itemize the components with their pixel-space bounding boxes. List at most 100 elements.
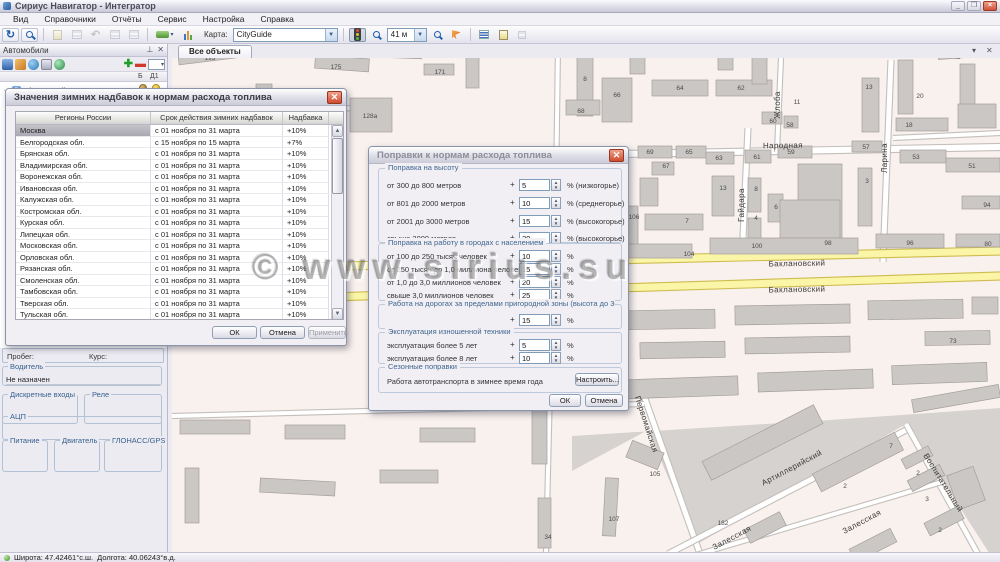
table-cell[interactable]: с 01 ноября по 31 марта	[151, 217, 283, 229]
table-cell[interactable]: с 01 ноября по 31 марта	[151, 275, 283, 287]
spinner-buttons[interactable]: ▲▼	[551, 215, 561, 227]
correction-value-input[interactable]: 5	[519, 179, 550, 191]
pin-icon[interactable]: ⊥	[146, 46, 153, 54]
spin-down-icon[interactable]: ▼	[552, 345, 560, 350]
web-icon[interactable]	[54, 59, 65, 70]
table-cell[interactable]: +10%	[283, 171, 329, 183]
table-cell[interactable]: +10%	[283, 183, 329, 195]
spinner-buttons[interactable]: ▲▼	[551, 339, 561, 351]
table-cell[interactable]: Тверская обл.	[16, 298, 151, 310]
table-row[interactable]: Москвас 01 ноября по 31 марта+10%	[16, 125, 343, 137]
scrollbar-thumb[interactable]	[332, 138, 343, 194]
spinner-buttons[interactable]: ▲▼	[551, 197, 561, 209]
table-cell[interactable]: Курская обл.	[16, 217, 151, 229]
table-row[interactable]: Тульская обл.с 01 ноября по 31 марта+10%	[16, 309, 343, 320]
menu-item[interactable]: Справка	[253, 14, 302, 24]
table-cell[interactable]: Московская обл.	[16, 240, 151, 252]
table-row[interactable]: Тамбовская обл.с 01 ноября по 31 марта+1…	[16, 286, 343, 298]
header-allowance[interactable]: Надбавка	[283, 112, 329, 124]
table-row[interactable]: Смоленская обл.с 01 ноября по 31 марта+1…	[16, 275, 343, 287]
table-cell[interactable]: +10%	[283, 263, 329, 275]
table-cell[interactable]: Владимирская обл.	[16, 160, 151, 172]
header-period[interactable]: Срок действия зимних надбавок	[151, 112, 283, 124]
table-row[interactable]: Ивановская обл.с 01 ноября по 31 марта+1…	[16, 183, 343, 195]
table-cell[interactable]: Брянская обл.	[16, 148, 151, 160]
corrections-ok-button[interactable]: ОК	[549, 394, 581, 407]
undo-button[interactable]: ↶	[87, 28, 104, 42]
menu-item[interactable]: Настройка	[195, 14, 253, 24]
table-scrollbar[interactable]: ▲ ▼	[331, 125, 343, 320]
zoom-select[interactable]: 41 м ▼	[387, 28, 427, 42]
correction-value-input[interactable]: 15	[519, 314, 550, 326]
menu-item[interactable]: Справочники	[36, 14, 104, 24]
table-cell[interactable]: Орловская обл.	[16, 252, 151, 264]
minimize-button[interactable]: _	[951, 1, 965, 11]
vehicle-menu-button[interactable]: ▾	[153, 28, 177, 42]
add-vehicle-button[interactable]: ✚	[124, 59, 133, 69]
pane-dropdown-icon[interactable]: ▾	[972, 46, 976, 55]
spin-down-icon[interactable]: ▼	[552, 256, 560, 261]
table-cell[interactable]: с 01 ноября по 31 марта	[151, 183, 283, 195]
spin-down-icon[interactable]: ▼	[552, 269, 560, 274]
menu-item[interactable]: Отчёты	[104, 14, 150, 24]
winter-apply-button[interactable]: Применить	[308, 326, 346, 339]
corrections-dialog-close-button[interactable]: ✕	[609, 149, 624, 162]
spinner-buttons[interactable]: ▲▼	[551, 352, 561, 364]
table-cell[interactable]: с 01 ноября по 31 марта	[151, 229, 283, 241]
table-cell[interactable]: Липецкая обл.	[16, 229, 151, 241]
winter-dialog-close-button[interactable]: ✕	[327, 91, 342, 104]
pane-close-icon[interactable]: ✕	[986, 46, 993, 55]
spinner-buttons[interactable]: ▲▼	[551, 263, 561, 275]
table-row[interactable]: Рязанская обл.с 01 ноября по 31 марта+10…	[16, 263, 343, 275]
table-cell[interactable]: с 01 ноября по 31 марта	[151, 171, 283, 183]
table-cell[interactable]: Белгородская обл.	[16, 137, 151, 149]
table-row[interactable]: Московская обл.с 01 ноября по 31 марта+1…	[16, 240, 343, 252]
table-row[interactable]: Курская обл.с 01 ноября по 31 марта+10%	[16, 217, 343, 229]
scroll-up-icon[interactable]: ▲	[332, 125, 343, 137]
correction-value-input[interactable]: 10	[519, 250, 550, 262]
remove-vehicle-button[interactable]: ▬	[135, 60, 146, 69]
table-cell[interactable]: +10%	[283, 298, 329, 310]
correction-value-input[interactable]: 15	[519, 215, 550, 227]
spin-down-icon[interactable]: ▼	[552, 203, 560, 208]
corrections-dialog-titlebar[interactable]: Поправки к нормам расхода топлива ✕	[369, 147, 628, 164]
table-row[interactable]: Брянская обл.с 01 ноября по 31 марта+10%	[16, 148, 343, 160]
table-cell[interactable]: с 01 ноября по 31 марта	[151, 252, 283, 264]
table-cell[interactable]: +10%	[283, 252, 329, 264]
traffic-toggle-button[interactable]	[349, 28, 366, 42]
table-cell[interactable]: с 01 ноября по 31 марта	[151, 298, 283, 310]
table-cell[interactable]: +10%	[283, 194, 329, 206]
grid-button[interactable]	[68, 28, 85, 42]
table-cell[interactable]: Тамбовская обл.	[16, 286, 151, 298]
checkbox-button[interactable]	[514, 28, 531, 42]
table-cell[interactable]: +10%	[283, 309, 329, 320]
table-cell[interactable]: с 01 ноября по 31 марта	[151, 148, 283, 160]
header-region[interactable]: Регионы России	[16, 112, 151, 124]
table-row[interactable]: Владимирская обл.с 01 ноября по 31 марта…	[16, 160, 343, 172]
tab-all-objects[interactable]: Все объекты	[178, 45, 252, 58]
table-cell[interactable]: +10%	[283, 217, 329, 229]
table-cell[interactable]: +10%	[283, 240, 329, 252]
table-cell[interactable]: с 01 ноября по 31 марта	[151, 240, 283, 252]
configure-button[interactable]: Настроить...	[575, 373, 619, 386]
notes-button[interactable]	[495, 28, 512, 42]
search-button[interactable]	[21, 28, 38, 42]
spin-down-icon[interactable]: ▼	[552, 358, 560, 363]
spinner-buttons[interactable]: ▲▼	[551, 250, 561, 262]
table-cell[interactable]: Костромская обл.	[16, 206, 151, 218]
table-row[interactable]: Калужская обл.с 01 ноября по 31 марта+10…	[16, 194, 343, 206]
correction-value-input[interactable]: 20	[519, 276, 550, 288]
table-row[interactable]: Воронежская обл.с 01 ноября по 31 марта+…	[16, 171, 343, 183]
table-cell[interactable]: +10%	[283, 229, 329, 241]
menu-item[interactable]: Вид	[5, 14, 36, 24]
table-cell[interactable]: +7%	[283, 137, 329, 149]
correction-value-input[interactable]: 10	[519, 197, 550, 209]
spinner-buttons[interactable]: ▲▼	[551, 314, 561, 326]
table-cell[interactable]: с 01 ноября по 31 марта	[151, 194, 283, 206]
table-cell[interactable]: Воронежская обл.	[16, 171, 151, 183]
table-cell[interactable]: с 01 ноября по 31 марта	[151, 309, 283, 320]
table-cell[interactable]: +10%	[283, 286, 329, 298]
correction-value-input[interactable]: 10	[519, 352, 550, 364]
table-cell[interactable]: +10%	[283, 125, 329, 137]
table-cell[interactable]: +10%	[283, 206, 329, 218]
